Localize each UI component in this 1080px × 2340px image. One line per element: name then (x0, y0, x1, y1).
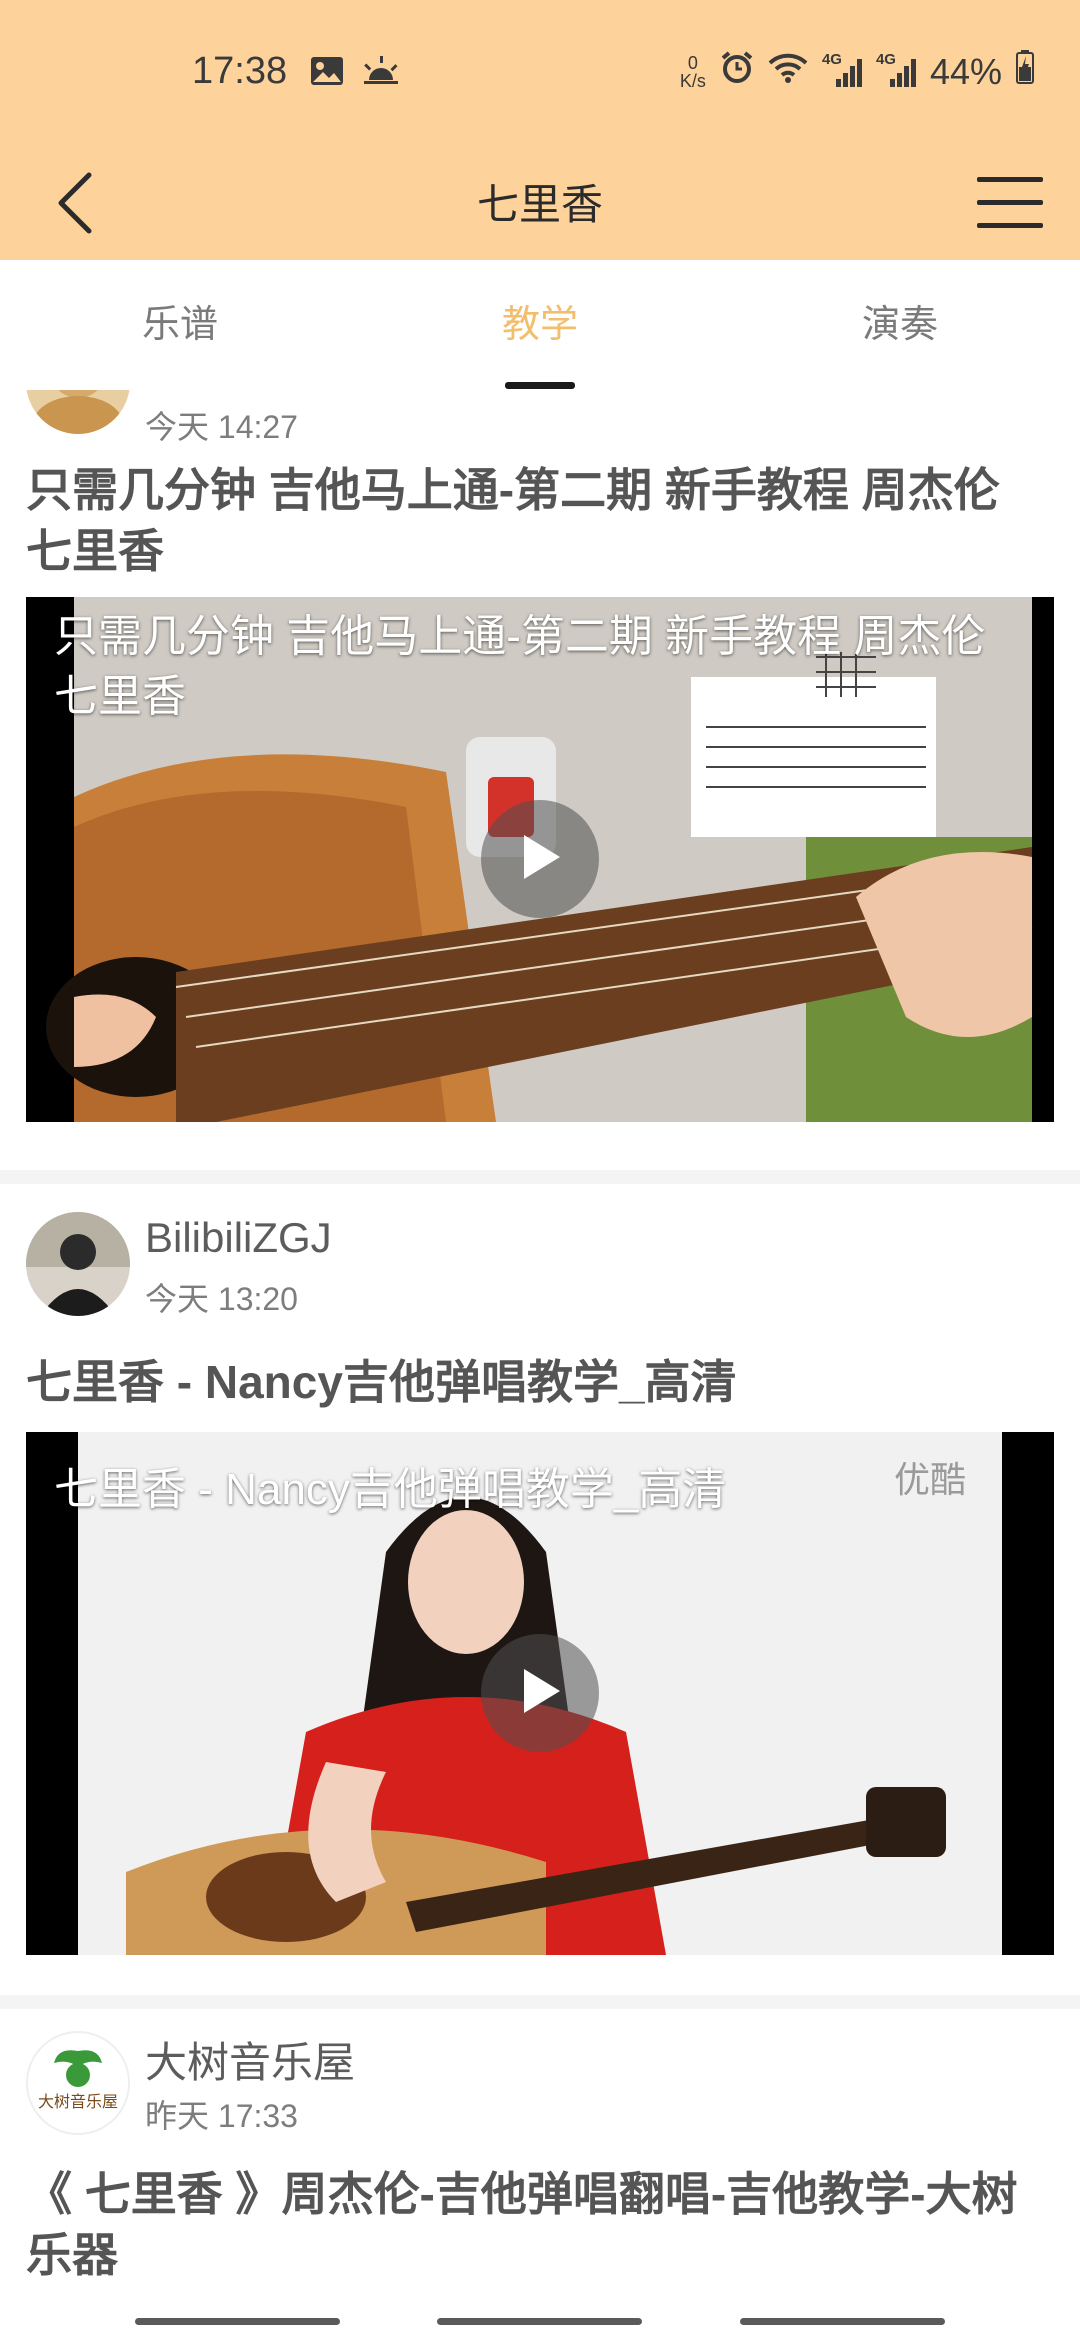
video-overlay-title: 只需几分钟 吉他马上通-第二期 新手教程 周杰伦 七里香 (54, 612, 986, 721)
network-speed: 0 K/s (679, 52, 706, 91)
battery-icon (1016, 50, 1034, 93)
author-name[interactable]: 大树音乐屋 (145, 2029, 355, 2090)
tab-sheet-music[interactable]: 乐谱 (0, 260, 360, 390)
post-time: 昨天 17:33 (145, 2098, 298, 2134)
weather-sunrise-icon (362, 56, 400, 91)
hamburger-menu-icon (977, 175, 1043, 236)
avatar[interactable] (26, 1212, 130, 1316)
post-title[interactable]: 七里香 - Nancy吉他弹唱教学_高清 (26, 1352, 1056, 1413)
play-button[interactable] (481, 800, 599, 918)
nav-recent-apps-handle[interactable] (135, 2318, 340, 2325)
status-system-icons: 0 K/s 4G 4G 44% (680, 50, 1034, 93)
video-player[interactable]: 优酷 七里香 - Nancy吉他弹唱教学_高清 (26, 1432, 1054, 1955)
play-icon (518, 1667, 562, 1720)
status-bar: 17:38 0 K/s 4G 4G 44% (0, 0, 1080, 150)
nav-bar: 七里香 (0, 150, 1080, 260)
image-icon (310, 56, 344, 91)
status-time: 17:38 (192, 50, 288, 92)
wifi-icon (768, 51, 808, 93)
tab-active-indicator (505, 382, 575, 389)
post-card[interactable]: 大树音乐屋 大树音乐屋 昨天 17:33 《 七里香 》周杰伦-吉他弹唱翻唱-吉… (0, 2009, 1080, 2300)
nav-home-handle[interactable] (437, 2318, 642, 2325)
tab-tutorial[interactable]: 教学 (360, 260, 720, 390)
play-icon (518, 833, 562, 886)
nav-back-handle[interactable] (740, 2318, 945, 2325)
alarm-icon (720, 50, 754, 93)
post-card[interactable]: 今天 14:27 只需几分钟 吉他马上通-第二期 新手教程 周杰伦 七里香 只需… (0, 390, 1080, 1170)
divider (0, 1170, 1080, 1184)
video-feed[interactable]: 今天 14:27 只需几分钟 吉他马上通-第二期 新手教程 周杰伦 七里香 只需… (0, 390, 1080, 2300)
menu-button[interactable] (960, 150, 1060, 260)
tab-performance[interactable]: 演奏 (720, 260, 1080, 390)
video-overlay-title: 七里香 - Nancy吉他弹唱教学_高清 (54, 1465, 727, 1514)
post-title[interactable]: 只需几分钟 吉他马上通-第二期 新手教程 周杰伦 七里香 (26, 460, 1056, 582)
battery-percent: 44% (929, 50, 1002, 92)
status-notification-icons (310, 56, 400, 91)
page-title: 七里香 (476, 181, 603, 228)
post-time: 今天 14:27 (145, 409, 298, 445)
svg-text:大树音乐屋: 大树音乐屋 (38, 2092, 118, 2111)
play-button[interactable] (481, 1634, 599, 1752)
avatar[interactable]: 大树音乐屋 (26, 2031, 130, 2135)
author-name[interactable]: BilibiliZGJ (145, 1214, 332, 1262)
divider (0, 1995, 1080, 2009)
tab-bar: 乐谱 教学 演奏 (0, 260, 1080, 390)
signal-icon-1: 4G (822, 51, 862, 89)
avatar[interactable] (26, 390, 130, 434)
gesture-navigation-bar (0, 2300, 1080, 2340)
signal-icon-2: 4G (876, 51, 916, 89)
app-header: 17:38 0 K/s 4G 4G 44% 七里香 (0, 0, 1080, 260)
post-title[interactable]: 《 七里香 》周杰伦-吉他弹唱翻唱-吉他教学-大树乐器 (26, 2164, 1056, 2286)
video-player[interactable]: 只需几分钟 吉他马上通-第二期 新手教程 周杰伦 七里香 (26, 597, 1054, 1122)
post-time: 今天 13:20 (145, 1281, 298, 1317)
